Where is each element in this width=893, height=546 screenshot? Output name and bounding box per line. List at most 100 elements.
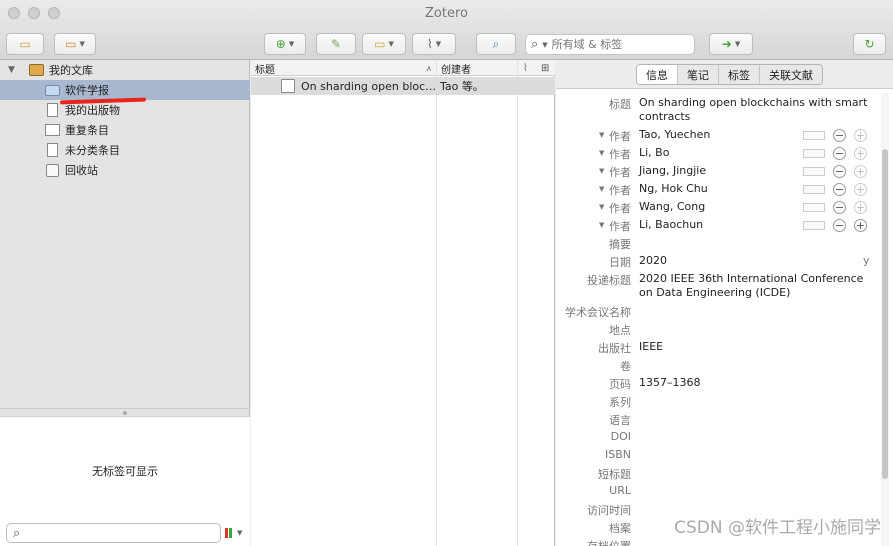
title-value[interactable]: On sharding open blockchains with smart … (639, 96, 869, 124)
tree-item-label: 重复条目 (65, 124, 109, 137)
search-field[interactable]: ⌕ ▼ (525, 34, 695, 55)
unfiled-items-icon (44, 143, 60, 157)
field-label[interactable]: 作者 (609, 182, 631, 198)
pane-splitter[interactable] (0, 408, 250, 416)
collection-tree: ▼ 我的文库 软件学报 我的出版物 重复条目 未分类条目 回收站 (0, 60, 250, 408)
magnifier-icon: ⌕ (492, 36, 500, 51)
search-icon: ⌕ (531, 37, 539, 52)
field-label: ISBN (604, 448, 631, 461)
remove-author-icon[interactable]: − (833, 219, 846, 232)
column-creator-header[interactable]: 创建者 (441, 61, 471, 76)
search-mode-chevron-icon[interactable]: ▼ (542, 41, 547, 49)
add-author-icon[interactable]: + (854, 147, 867, 160)
add-author-icon[interactable]: + (854, 201, 867, 214)
field-label: 语言 (609, 414, 631, 427)
tree-item-label: 我的出版物 (65, 104, 120, 117)
field-label[interactable]: 作者 (609, 218, 631, 234)
new-item-button[interactable]: ⊕ ▼ (264, 33, 306, 55)
field-label: 短标题 (598, 468, 631, 481)
field-label: 卷 (620, 360, 631, 373)
add-by-identifier-button[interactable]: ✎ (316, 33, 356, 55)
name-format-toggle[interactable] (803, 221, 825, 230)
window-title: Zotero (425, 6, 468, 21)
tree-item-my-publications[interactable]: 我的出版物 (0, 100, 250, 120)
tree-item-my-library[interactable]: ▼ 我的文库 (0, 60, 250, 80)
proceedings-value[interactable]: 2020 IEEE 36th International Conference … (639, 272, 869, 300)
name-format-toggle[interactable] (803, 149, 825, 158)
field-label[interactable]: 作者 (609, 164, 631, 180)
creator-type-chevron-icon[interactable]: ▼ (599, 167, 604, 175)
name-format-toggle[interactable] (803, 131, 825, 140)
field-label[interactable]: 作者 (609, 128, 631, 144)
item-tabs: 信息 笔记 标签 关联文献 (636, 64, 823, 85)
remove-author-icon[interactable]: − (833, 147, 846, 160)
field-label[interactable]: 作者 (609, 146, 631, 162)
date-value[interactable]: 2020 (639, 254, 869, 268)
column-title-header[interactable]: 标题 (255, 61, 275, 76)
tree-item-duplicates[interactable]: 重复条目 (0, 120, 250, 140)
locate-button[interactable]: ➜ ▼ (709, 33, 753, 55)
tag-filter-input[interactable] (20, 525, 201, 541)
name-format-toggle[interactable] (803, 167, 825, 176)
column-divider (436, 60, 437, 546)
details-scrollbar[interactable] (881, 93, 889, 546)
field-label: 地点 (609, 324, 631, 337)
tab-tags[interactable]: 标签 (719, 65, 760, 84)
add-author-icon[interactable]: + (854, 129, 867, 142)
column-picker-icon[interactable]: ⊞ (541, 61, 549, 75)
name-format-toggle[interactable] (803, 203, 825, 212)
item-tabs-bar: 信息 笔记 标签 关联文献 (556, 60, 893, 89)
attachment-column-icon[interactable]: ⌇ (523, 61, 528, 75)
creator-type-chevron-icon[interactable]: ▼ (599, 203, 604, 211)
creator-type-chevron-icon[interactable]: ▼ (599, 185, 604, 193)
no-tags-message: 无标签可显示 (92, 465, 158, 478)
scrollbar-thumb[interactable] (882, 149, 888, 479)
chevron-down-icon: ▼ (288, 40, 295, 48)
publisher-value[interactable]: IEEE (639, 340, 869, 354)
add-attachment-button[interactable]: ⌇ ▼ (412, 33, 456, 55)
disclosure-triangle-icon[interactable]: ▼ (8, 65, 15, 75)
pages-value[interactable]: 1357–1368 (639, 376, 869, 390)
remove-author-icon[interactable]: − (833, 129, 846, 142)
field-label: 访问时间 (587, 504, 631, 517)
new-note-button[interactable]: ▭ ▼ (362, 33, 406, 55)
tab-notes[interactable]: 笔记 (678, 65, 719, 84)
tree-item-trash[interactable]: 回收站 (0, 160, 250, 180)
creator-type-chevron-icon[interactable]: ▼ (599, 149, 604, 157)
name-format-toggle[interactable] (803, 185, 825, 194)
new-library-button[interactable]: ▭ ▼ (54, 33, 96, 55)
sync-button[interactable]: ↻ (853, 33, 886, 55)
item-creator-cell: Tao 等。 (440, 80, 484, 93)
remove-author-icon[interactable]: − (833, 183, 846, 196)
creator-type-chevron-icon[interactable]: ▼ (599, 221, 604, 229)
tree-item-unfiled[interactable]: 未分类条目 (0, 140, 250, 160)
field-label: 档案 (609, 522, 631, 535)
search-input[interactable] (551, 38, 672, 51)
table-row[interactable]: On sharding open blockchains with smart … (251, 77, 555, 95)
field-label: 学术会议名称 (565, 306, 631, 319)
field-label: 标题 (609, 98, 631, 111)
sort-ascending-icon: ∧ (426, 63, 432, 73)
new-collection-button[interactable]: ▭ (6, 33, 44, 55)
items-column-header: 标题 ∧ 创建者 ⌇ ⊞ (251, 60, 555, 76)
tab-related[interactable]: 关联文献 (760, 65, 822, 84)
remove-author-icon[interactable]: − (833, 165, 846, 178)
creator-type-chevron-icon[interactable]: ▼ (599, 131, 604, 139)
add-author-icon[interactable]: + (854, 219, 867, 232)
tab-info[interactable]: 信息 (637, 65, 678, 84)
field-label: 页码 (609, 378, 631, 391)
add-author-icon[interactable]: + (854, 165, 867, 178)
remove-author-icon[interactable]: − (833, 201, 846, 214)
advanced-search-button[interactable]: ⌕ (476, 33, 516, 55)
chevron-down-icon: ▼ (388, 40, 394, 48)
tag-colors-grid-icon (225, 528, 235, 538)
tree-item-label: 软件学报 (65, 84, 109, 97)
add-author-icon[interactable]: + (854, 183, 867, 196)
tree-item-software-journal[interactable]: 软件学报 (0, 80, 250, 100)
conference-paper-icon (281, 79, 295, 93)
field-label[interactable]: 作者 (609, 200, 631, 216)
library-icon (28, 64, 44, 77)
tag-actions-button[interactable]: ▼ (225, 527, 245, 539)
tag-filter-field[interactable]: ⌕ (6, 523, 221, 543)
watermark: CSDN @软件工程小施同学 (674, 518, 881, 538)
